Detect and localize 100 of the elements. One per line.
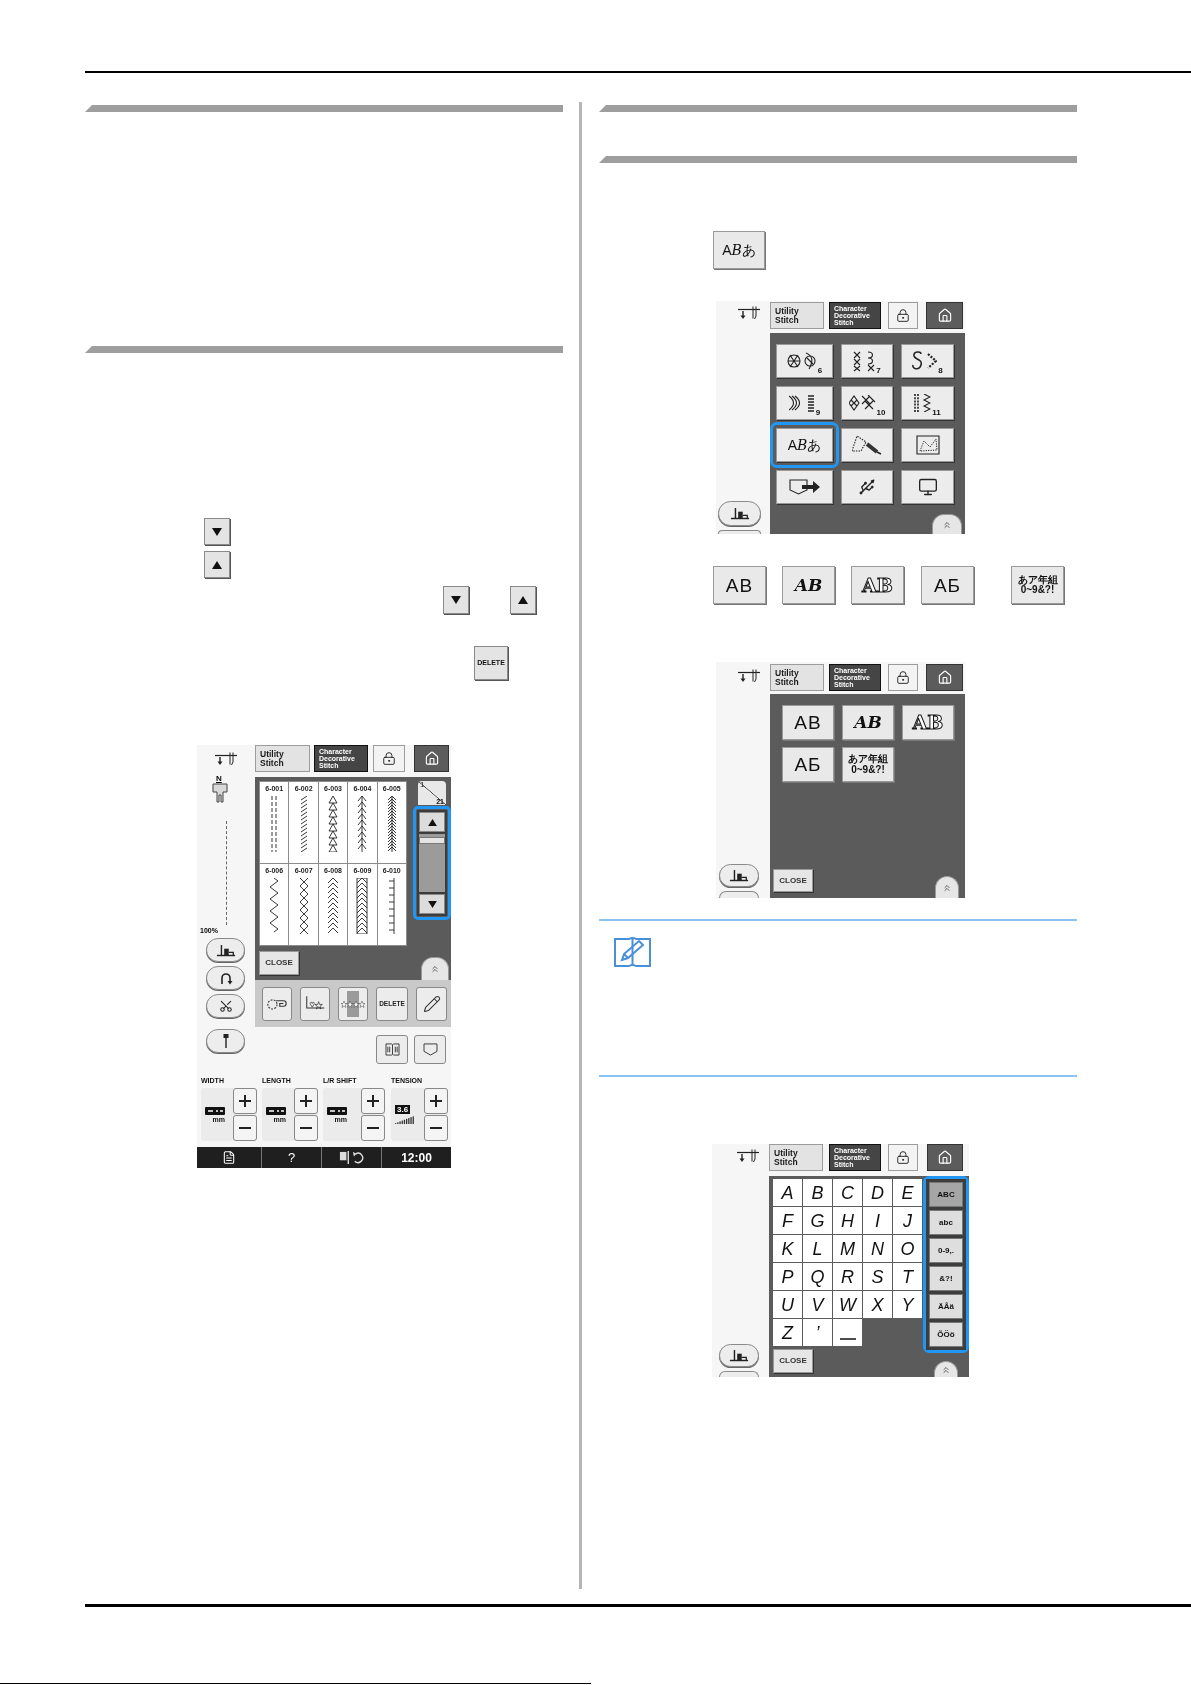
category-button[interactable] (901, 470, 954, 504)
lock-button[interactable] (888, 1144, 918, 1171)
category-button[interactable]: 10 (841, 386, 893, 420)
font-button[interactable]: AB (782, 705, 834, 740)
letter-key[interactable]: I (863, 1207, 892, 1234)
letter-key[interactable]: S (863, 1263, 892, 1290)
home-button[interactable] (926, 302, 963, 329)
category-button[interactable]: 11 (901, 386, 954, 420)
document-icon[interactable] (222, 1150, 236, 1165)
edit-button[interactable] (416, 986, 447, 1021)
letter-key[interactable]: Z (773, 1319, 802, 1346)
minus-button[interactable] (233, 1115, 257, 1141)
category-button[interactable]: 9 (776, 386, 833, 420)
scroll-up-button[interactable] (419, 812, 445, 832)
presser-foot-button[interactable] (718, 501, 761, 526)
home-button[interactable] (927, 1144, 963, 1171)
letter-key[interactable]: V (803, 1291, 832, 1318)
arrow-key[interactable] (510, 586, 536, 614)
minus-button[interactable] (424, 1115, 448, 1141)
font-button[interactable]: AB (782, 566, 835, 604)
home-button[interactable] (414, 745, 449, 772)
stitch-mode-tab[interactable]: Utility Stitch (770, 302, 824, 329)
character-type-button[interactable]: ABC (929, 1182, 963, 1207)
presser-foot-button[interactable] (206, 938, 245, 963)
character-category-button[interactable]: ABあ (776, 428, 833, 462)
stars-button[interactable] (338, 986, 368, 1021)
letter-key[interactable]: W (833, 1291, 862, 1318)
letter-key[interactable]: N (863, 1235, 892, 1262)
collapse-tab[interactable] (934, 1361, 958, 1377)
collapse-tab[interactable] (935, 876, 959, 898)
help-button[interactable]: ? (287, 1151, 296, 1164)
close-button[interactable]: CLOSE (259, 951, 299, 975)
letter-key[interactable]: U (773, 1291, 802, 1318)
character-category-button[interactable]: ABあ (713, 231, 765, 269)
character-type-button[interactable]: &?! (929, 1266, 963, 1291)
space-key[interactable] (833, 1319, 862, 1346)
minus-button[interactable] (294, 1115, 318, 1141)
lock-button[interactable] (888, 664, 918, 691)
needle-button[interactable] (206, 1029, 245, 1054)
letter-key[interactable]: P (773, 1263, 802, 1290)
close-button[interactable]: CLOSE (773, 869, 813, 892)
lock-button[interactable] (888, 302, 918, 329)
lock-button[interactable] (373, 745, 405, 772)
character-type-button[interactable]: ÄÅä (929, 1294, 963, 1319)
category-button[interactable]: 7 (841, 344, 893, 378)
arrow-key[interactable] (204, 518, 230, 545)
category-button[interactable]: 8 (901, 344, 954, 378)
letter-key[interactable]: Q (803, 1263, 832, 1290)
loop-button[interactable] (262, 986, 292, 1021)
letter-key[interactable]: L (803, 1235, 832, 1262)
character-type-button[interactable]: 0-9,. (929, 1238, 963, 1263)
stitch-mode-tab[interactable]: Utility Stitch (770, 664, 824, 691)
stitch-mode-tab[interactable]: Utility Stitch (769, 1144, 823, 1171)
character-type-button[interactable]: abc (929, 1210, 963, 1235)
scroll-down-button[interactable] (419, 894, 445, 914)
letter-key[interactable]: O (893, 1235, 922, 1262)
needle-pattern-button[interactable] (300, 986, 330, 1021)
character-type-button[interactable]: ÕÖö (929, 1322, 963, 1347)
arrow-key[interactable] (443, 586, 469, 614)
presser-foot-button[interactable] (719, 864, 759, 887)
letter-key[interactable]: B (803, 1179, 832, 1206)
font-button[interactable]: あア年組 0~9&?! (1011, 566, 1064, 604)
category-button[interactable] (841, 428, 893, 462)
letter-key[interactable]: T (893, 1263, 922, 1290)
scroll-thumb[interactable] (419, 837, 445, 844)
book-button[interactable] (376, 1035, 408, 1064)
letter-key[interactable]: A (773, 1179, 802, 1206)
close-button[interactable]: CLOSE (773, 1349, 813, 1373)
letter-key[interactable]: K (773, 1235, 802, 1262)
collapse-tab[interactable] (421, 957, 449, 980)
plus-button[interactable] (294, 1088, 318, 1114)
letter-key[interactable]: H (833, 1207, 862, 1234)
thread-cutter-button[interactable] (206, 994, 245, 1019)
letter-key[interactable]: D (863, 1179, 892, 1206)
letter-key[interactable]: X (863, 1291, 892, 1318)
reverse-button[interactable] (206, 966, 245, 991)
letter-key[interactable]: M (833, 1235, 862, 1262)
letter-key[interactable]: C (833, 1179, 862, 1206)
letter-key[interactable]: ’ (803, 1319, 832, 1346)
font-button[interactable]: АБ (921, 566, 974, 604)
category-button[interactable] (776, 470, 833, 504)
minus-button[interactable] (361, 1115, 385, 1141)
category-button[interactable]: 6 (776, 344, 833, 378)
plus-button[interactable] (233, 1088, 257, 1114)
home-button[interactable] (926, 664, 963, 691)
presser-foot-button[interactable] (719, 1344, 759, 1367)
collapse-tab[interactable] (932, 514, 962, 534)
letter-key[interactable]: R (833, 1263, 862, 1290)
plus-button[interactable] (424, 1088, 448, 1114)
plus-button[interactable] (361, 1088, 385, 1114)
letter-key[interactable]: J (893, 1207, 922, 1234)
font-button[interactable]: あア年組 0~9&?! (842, 747, 894, 782)
stitch-mode-tab[interactable]: Utility Stitch (255, 745, 310, 772)
font-button[interactable]: AB (842, 705, 894, 740)
font-button[interactable]: АБ (782, 747, 834, 782)
arrow-key[interactable] (204, 551, 230, 578)
letter-key[interactable]: E (893, 1179, 922, 1206)
category-button[interactable] (841, 470, 893, 504)
letter-key[interactable]: F (773, 1207, 802, 1234)
font-button[interactable]: AB (713, 566, 766, 604)
